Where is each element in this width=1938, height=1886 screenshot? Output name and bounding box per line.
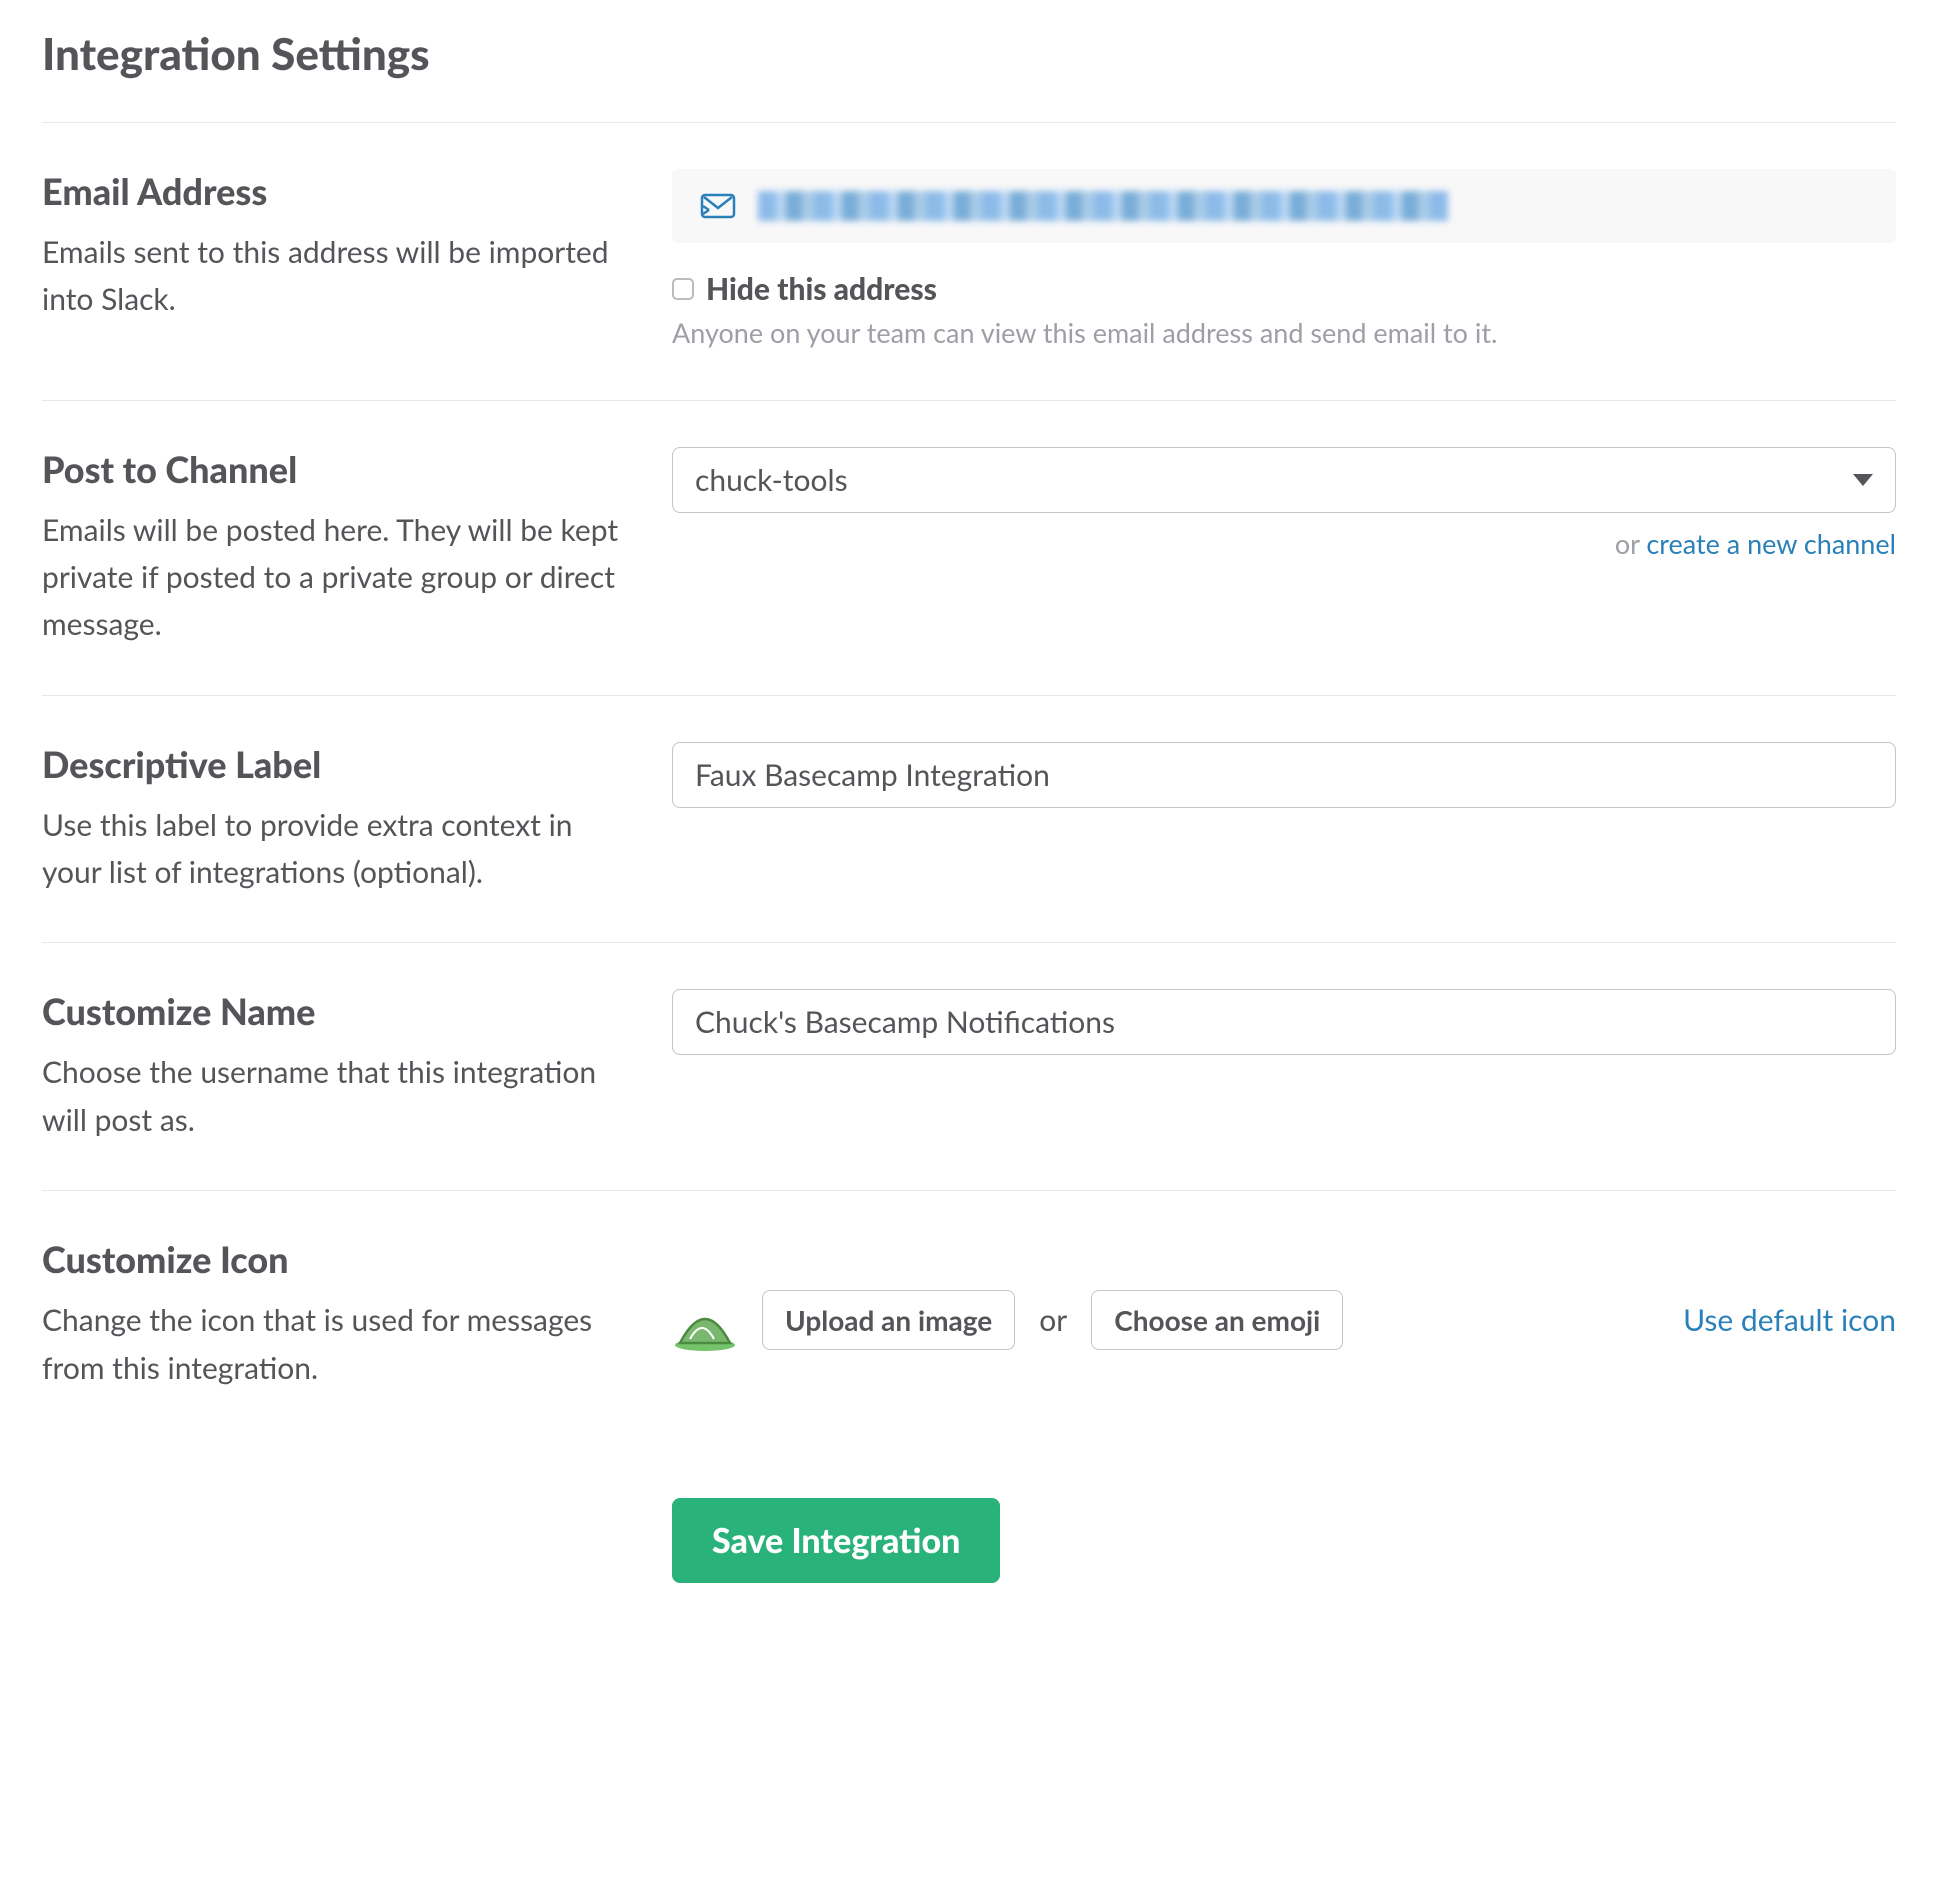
channel-select[interactable]: chuck-tools [672,447,1896,513]
section-icon: Customize Icon Change the icon that is u… [42,1191,1896,1438]
channel-desc: Emails will be posted here. They will be… [42,507,632,649]
label-input[interactable] [672,742,1896,808]
hide-address-subtext: Anyone on your team can view this email … [672,313,1896,354]
email-heading: Email Address [42,169,632,213]
email-address-box [672,169,1896,243]
email-incoming-icon [700,191,736,221]
email-address-redacted [758,191,1448,221]
save-integration-button[interactable]: Save Integration [672,1498,1000,1583]
use-default-icon-link[interactable]: Use default icon [1683,1302,1896,1338]
channel-heading: Post to Channel [42,447,632,491]
upload-image-button[interactable]: Upload an image [762,1290,1015,1350]
email-desc: Emails sent to this address will be impo… [42,229,632,324]
icon-heading: Customize Icon [42,1237,632,1281]
channel-helper-or: or [1615,527,1646,560]
label-desc: Use this label to provide extra context … [42,802,632,897]
icon-desc: Change the icon that is used for message… [42,1297,632,1392]
section-email: Email Address Emails sent to this addres… [42,123,1896,400]
page-title: Integration Settings [42,28,1896,80]
chevron-down-icon [1853,474,1873,486]
name-input[interactable] [672,989,1896,1055]
channel-helper: or create a new channel [672,527,1896,560]
create-channel-link[interactable]: create a new channel [1646,527,1896,560]
section-name: Customize Name Choose the username that … [42,943,1896,1190]
hide-address-label: Hide this address [706,271,937,307]
name-heading: Customize Name [42,989,632,1033]
section-label: Descriptive Label Use this label to prov… [42,696,1896,943]
icon-or-text: or [1039,1302,1067,1338]
choose-emoji-button[interactable]: Choose an emoji [1091,1290,1343,1350]
section-channel: Post to Channel Emails will be posted he… [42,401,1896,695]
hide-address-checkbox[interactable] [672,278,694,300]
name-desc: Choose the username that this integratio… [42,1049,632,1144]
integration-icon-preview [672,1287,738,1353]
channel-select-value: chuck-tools [695,462,848,498]
label-heading: Descriptive Label [42,742,632,786]
